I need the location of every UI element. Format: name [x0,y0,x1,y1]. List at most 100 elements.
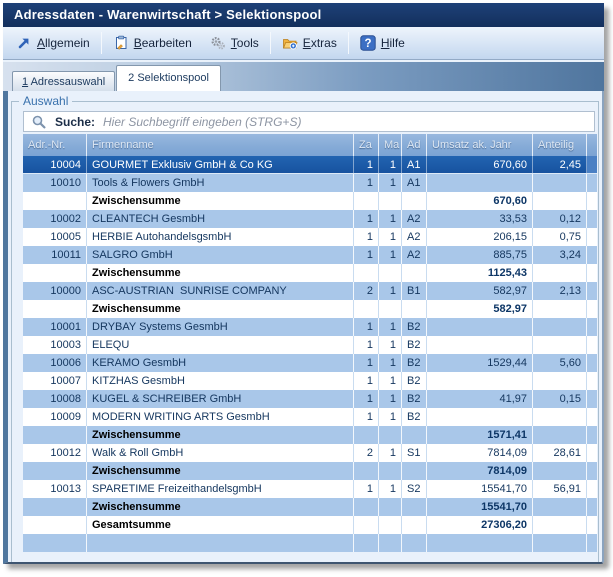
search-bar[interactable]: Suche: [23,111,595,132]
toolbar-item-tools[interactable]: Tools [201,32,268,54]
cell-za [354,192,379,210]
cell-anteilig: 56,91 [533,480,587,498]
search-input[interactable] [103,113,594,131]
cell-anteilig: 2,45 [533,156,587,173]
cell-firmenname: Walk & Roll GmbH [87,444,354,462]
table-row[interactable]: 10013SPARETIME FreizeithandelsgmbH11S215… [23,480,597,498]
selection-grid: Adr.-Nr.FirmennameZaMaAdUmsatz ak. JahrA… [23,134,597,562]
table-row[interactable]: 10011SALGRO GmbH11A2885,753,24 [23,246,597,264]
cell-adr-nr: 10001 [23,318,87,336]
column-header-umsatz-ak-jahr[interactable]: Umsatz ak. Jahr [427,134,533,156]
cell-anteilig: 0,12 [533,210,587,228]
table-row[interactable]: 10004GOURMET Exklusiv GmbH & Co KG11A167… [23,156,597,174]
cell-ad: A2 [402,210,427,228]
subtotal-row[interactable]: Zwischensumme582,97 [23,300,597,318]
table-row[interactable]: 10003ELEQU11B2 [23,336,597,354]
cell-ma: 1 [379,372,402,390]
cell-ma: 1 [379,408,402,426]
table-row[interactable]: 10009MODERN WRITING ARTS GesmbH11B2 [23,408,597,426]
subtotal-row[interactable]: Zwischensumme1571,41 [23,426,597,444]
help-icon: ? [360,35,376,51]
table-row[interactable]: 10012Walk & Roll GmbH21S17814,0928,61 [23,444,597,462]
column-header-ad[interactable]: Ad [402,134,427,156]
cell-firmenname: HERBIE AutohandelsgsmbH [87,228,354,246]
cell-sum-label: Zwischensumme [87,462,354,480]
cell-ad: B2 [402,354,427,372]
column-header-za[interactable]: Za [354,134,379,156]
window-title: Adressdaten - Warenwirtschaft > Selektio… [3,3,604,27]
cell-ad: S1 [402,444,427,462]
toolbar-separator [270,32,271,54]
table-row[interactable]: 10008KUGEL & SCHREIBER GmbH11B241,970,15 [23,390,597,408]
table-row[interactable]: 10002CLEANTECH GesmbH11A233,530,12 [23,210,597,228]
toolbar-item-label: Extras [303,36,337,50]
cell-za: 1 [354,210,379,228]
content-area: Auswahl Suche: Adr.-Nr.FirmennameZaMaAdU… [8,91,602,562]
subtotal-row[interactable]: Zwischensumme15541,70 [23,498,597,516]
table-row[interactable]: 10007KITZHAS GesmbH11B2 [23,372,597,390]
toolbar-item-extras[interactable]: Extras [273,32,346,54]
column-header-adr-nr-[interactable]: Adr.-Nr. [23,134,87,156]
cell-ad: A1 [402,156,427,173]
cell-filler [587,462,597,480]
cell-umsatz [427,408,533,426]
cell-adr-nr: 10012 [23,444,87,462]
cell-ad [402,264,427,282]
cell-filler [587,408,597,426]
subtotal-row[interactable]: Zwischensumme670,60 [23,192,597,210]
cell-anteilig: 0,75 [533,228,587,246]
cell-anteilig: 5,60 [533,354,587,372]
cell-filler [587,228,597,246]
subtotal-row[interactable]: Zwischensumme7814,09 [23,462,597,480]
table-row[interactable]: 10010Tools & Flowers GmbH11A1 [23,174,597,192]
cell-filler [587,426,597,444]
cell-za: 1 [354,408,379,426]
cell-za: 1 [354,354,379,372]
cell-anteilig [533,174,587,192]
cell-ad [402,192,427,210]
cell-ad: B1 [402,282,427,300]
column-header-firmenname[interactable]: Firmenname [87,134,354,156]
cell-ad: B2 [402,372,427,390]
folder-icon [282,35,298,51]
cell-ad [402,516,427,534]
cell-anteilig [533,318,587,336]
toolbar-item-bearbeiten[interactable]: Bearbeiten [104,32,201,54]
cell-za: 2 [354,444,379,462]
tab-label: 1 Adressauswahl [22,76,105,88]
cell-adr-nr [23,300,87,318]
cell-za: 2 [354,282,379,300]
toolbar-item-label: Bearbeiten [134,36,192,50]
cell-sum-value: 582,97 [427,300,533,318]
toolbar-separator [101,32,102,54]
table-row[interactable]: 10000ASC-AUSTRIAN SUNRISE COMPANY21B1582… [23,282,597,300]
subtotal-row[interactable]: Zwischensumme1125,43 [23,264,597,282]
table-row[interactable]: 10005HERBIE AutohandelsgsmbH11A2206,150,… [23,228,597,246]
toolbar-item-allgemein[interactable]: Allgemein [7,32,99,54]
cell-ad: B2 [402,408,427,426]
tab-2-selektionspool[interactable]: 2 Selektionspool [116,65,221,91]
table-row[interactable]: 10006KERAMO GesmbH11B21529,445,60 [23,354,597,372]
cell-ma [379,426,402,444]
cell-adr-nr [23,426,87,444]
cell-anteilig [533,192,587,210]
toolbar-item-label: Hilfe [381,36,405,50]
column-header-anteilig[interactable]: Anteilig [533,134,587,156]
cell-anteilig [533,516,587,534]
cell-sum-label: Zwischensumme [87,498,354,516]
total-row[interactable]: Gesamtsumme27306,20 [23,516,597,534]
tab-1-adressauswahl[interactable]: 1 Adressauswahl [12,71,115,91]
column-header-ma[interactable]: Ma [379,134,402,156]
clipboard-icon [113,35,129,51]
table-row[interactable]: 10001DRYBAY Systems GesmbH11B2 [23,318,597,336]
cell-filler [587,156,597,173]
cell-ad: A2 [402,246,427,264]
cell-ad: A2 [402,228,427,246]
toolbar-separator [348,32,349,54]
cell-anteilig [533,408,587,426]
cell-empty [23,534,87,552]
cell-ma [379,516,402,534]
cell-za: 1 [354,480,379,498]
cell-umsatz: 206,15 [427,228,533,246]
toolbar-item-hilfe[interactable]: ? Hilfe [351,32,414,54]
